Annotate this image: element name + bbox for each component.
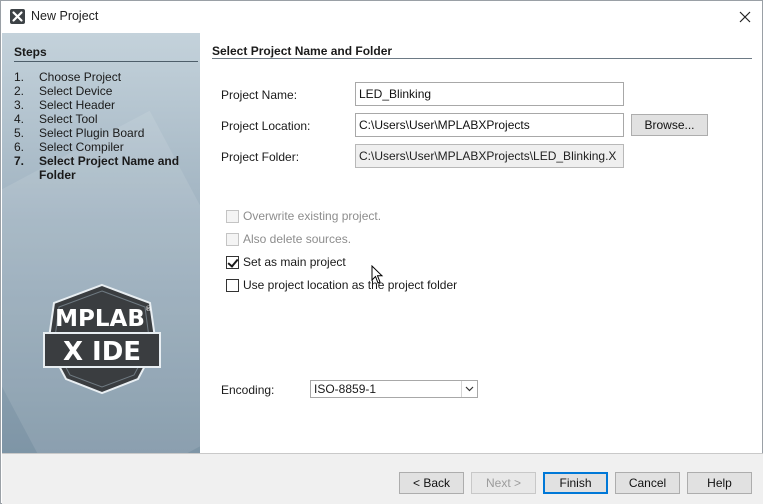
- delete-sources-label: Also delete sources.: [243, 232, 352, 246]
- chevron-down-icon[interactable]: [461, 381, 477, 397]
- step-item: 3. Select Header: [14, 98, 116, 112]
- browse-button[interactable]: Browse...: [631, 114, 708, 136]
- step-label: Select Tool: [39, 112, 98, 126]
- dialog-footer: < Back Next > Finish Cancel Help: [2, 453, 763, 504]
- project-location-label: Project Location:: [221, 119, 311, 133]
- cancel-button[interactable]: Cancel: [615, 472, 680, 494]
- step-label: Select Header: [39, 98, 116, 112]
- project-location-input[interactable]: [355, 113, 624, 137]
- step-label: Choose Project: [39, 70, 122, 84]
- steps-list: 1. Choose Project 2. Select Device 3. Selec…: [14, 70, 194, 182]
- set-main-project-option[interactable]: Set as main project: [226, 255, 346, 269]
- use-location-checkbox[interactable]: [226, 278, 239, 292]
- step-item-current: 7. Select Project Name and Folder: [14, 154, 194, 182]
- encoding-select[interactable]: ISO-8859-1: [310, 380, 478, 398]
- title-divider: [212, 58, 752, 59]
- window-title: New Project: [31, 9, 99, 23]
- overwrite-existing-option: Overwrite existing project.: [226, 209, 381, 223]
- project-name-input[interactable]: [355, 82, 624, 106]
- step-item: 1. Choose Project: [14, 70, 122, 84]
- close-icon: [739, 11, 751, 22]
- title-bar[interactable]: New Project: [1, 1, 762, 32]
- set-main-project-label[interactable]: Set as main project: [243, 255, 346, 269]
- close-button[interactable]: [728, 1, 762, 32]
- set-main-project-checkbox[interactable]: [226, 255, 239, 269]
- mouse-cursor-icon: [371, 265, 384, 284]
- finish-button[interactable]: Finish: [543, 472, 608, 494]
- mplab-x-icon: [10, 9, 25, 24]
- project-folder-field[interactable]: [355, 144, 624, 168]
- steps-divider: [14, 61, 198, 62]
- delete-sources-option: Also delete sources.: [226, 232, 351, 246]
- steps-panel: Steps 1. Choose Project 2. Select Device 3…: [2, 33, 200, 453]
- next-button[interactable]: Next >: [471, 472, 536, 494]
- step-item: 4. Select Tool: [14, 112, 98, 126]
- back-button[interactable]: < Back: [399, 472, 464, 494]
- step-label: Select Project Name and Folder: [39, 154, 180, 182]
- step-item: 6. Select Compiler: [14, 140, 124, 154]
- logo-text-xide: X IDE: [63, 337, 141, 367]
- encoding-label: Encoding:: [221, 383, 275, 397]
- overwrite-label: Overwrite existing project.: [243, 209, 382, 223]
- project-name-label: Project Name:: [221, 88, 298, 102]
- project-folder-label: Project Folder:: [221, 150, 300, 164]
- page-title: Select Project Name and Folder: [212, 44, 393, 58]
- use-location-label[interactable]: Use project location as the project fold…: [243, 278, 457, 292]
- steps-header: Steps: [14, 45, 47, 59]
- delete-sources-checkbox: [226, 232, 239, 246]
- step-label: Select Compiler: [39, 140, 124, 154]
- step-label: Select Plugin Board: [39, 126, 145, 140]
- overwrite-checkbox: [226, 209, 239, 223]
- new-project-dialog: New Project Steps 1. Choose Project 2. Sel…: [0, 0, 763, 504]
- step-item: 2. Select Device: [14, 84, 113, 98]
- step-label: Select Device: [39, 84, 113, 98]
- encoding-value: ISO-8859-1: [314, 382, 377, 396]
- logo-text-mplab: MPLAB: [55, 306, 145, 332]
- help-button[interactable]: Help: [687, 472, 752, 494]
- logo-registered-mark: ®: [145, 305, 152, 313]
- mplab-x-ide-logo: MPLAB ® X IDE: [43, 283, 161, 395]
- use-location-option[interactable]: Use project location as the project fold…: [226, 278, 457, 292]
- step-item: 5. Select Plugin Board: [14, 126, 145, 140]
